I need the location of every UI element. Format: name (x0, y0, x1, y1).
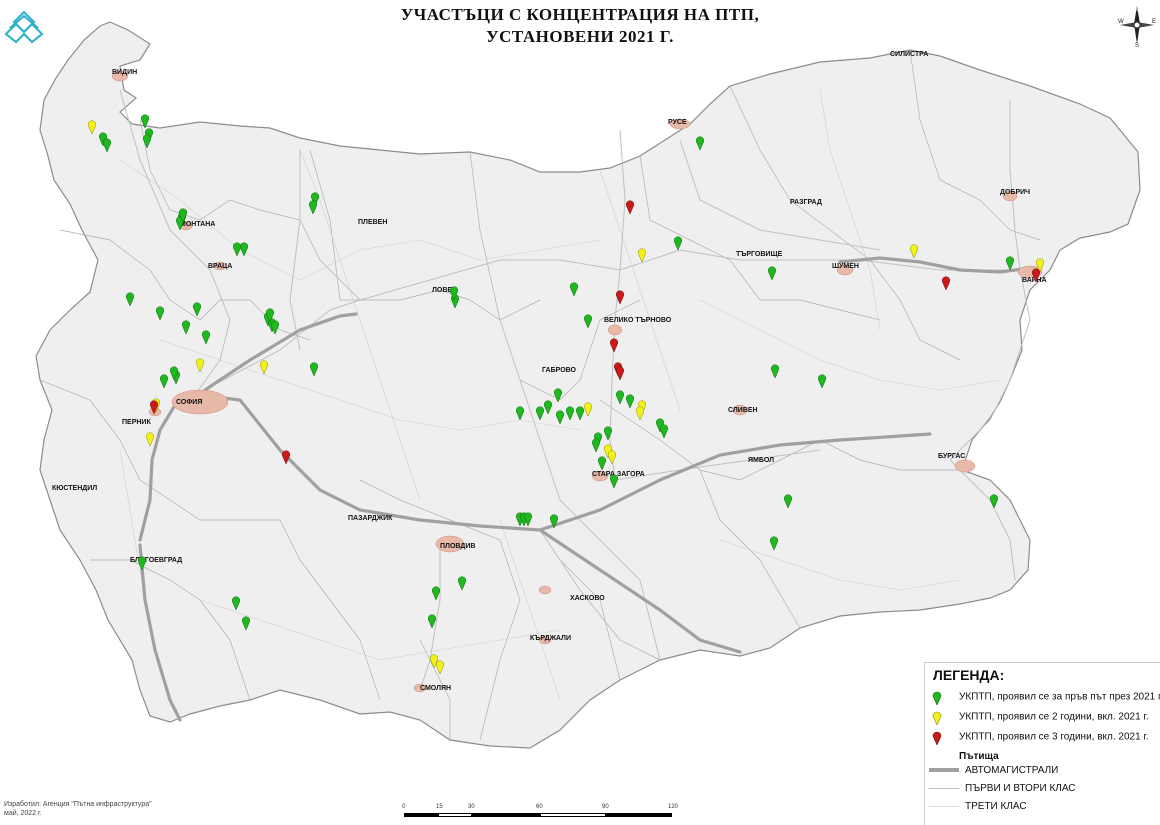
credit-line2: май, 2022 г. (4, 810, 42, 817)
legend-red-label: УКПТП, проявил се 3 години, вкл. 2021 г. (959, 731, 1149, 743)
city-label: ГАБРОВО (542, 367, 577, 374)
city-label: СТАРА ЗАГОРА (592, 471, 645, 478)
city-label: БЛАГОЕВГРАД (130, 557, 182, 564)
city-label: БУРГАС (938, 453, 965, 460)
city-label: СОФИЯ (176, 399, 202, 406)
legend-green-label: УКПТП, проявил се за пръв път през 2021 … (959, 691, 1160, 703)
legend-row-yellow: УКПТП, проявил се 2 години, вкл. 2021 г. (931, 709, 1149, 725)
yellow-marker-icon (932, 711, 942, 725)
city-label: ВЕЛИКО ТЪРНОВО (604, 317, 672, 324)
scale-segment (438, 813, 472, 817)
city-label: ПЛОВДИВ (440, 543, 475, 550)
scale-tick-15: 15 (436, 804, 443, 810)
scale-tick-60: 60 (536, 804, 543, 810)
legend-title: ЛЕГЕНДА: (933, 667, 1005, 683)
city-label: КЪРДЖАЛИ (530, 635, 571, 642)
class12-line-icon (929, 787, 959, 789)
city-label: ВРАЦА (208, 263, 232, 270)
city-label: ПАЗАРДЖИК (348, 515, 393, 522)
legend-roads-title: Пътища (959, 751, 999, 762)
legend-row-motorway: АВТОМАГИСТРАЛИ (929, 765, 1058, 776)
scale-segment (606, 813, 672, 817)
city-label: ХАСКОВО (570, 595, 605, 602)
city-label: МОНТАНА (180, 221, 215, 228)
scale-tick-0: 0 (402, 804, 406, 810)
scale-segment (472, 813, 540, 817)
city-label: СМОЛЯН (420, 685, 451, 692)
scale-segment (404, 813, 438, 817)
city-label: ШУМЕН (832, 263, 859, 270)
city-label: РУСЕ (668, 119, 687, 126)
city-label: ДОБРИЧ (1000, 189, 1030, 196)
city-label: ВИДИН (112, 69, 137, 76)
map-legend: ЛЕГЕНДА: УКПТП, проявил се за пръв път п… (924, 662, 1160, 825)
city-label: КЮСТЕНДИЛ (52, 485, 97, 492)
motorway-line-icon (929, 768, 959, 773)
city-label: ЯМБОЛ (748, 457, 774, 464)
scale-tick-90: 90 (602, 804, 609, 810)
scale-segment (540, 813, 606, 817)
green-marker-icon (932, 691, 942, 705)
credit-line1: Изработил: Агенция "Пътна инфраструктура… (4, 801, 152, 808)
city-label: СЛИВЕН (728, 407, 758, 414)
city-label: РАЗГРАД (790, 199, 822, 206)
city-label: ПЛЕВЕН (358, 219, 387, 226)
legend-class12-label: ПЪРВИ И ВТОРИ КЛАС (965, 783, 1076, 794)
legend-row-red: УКПТП, проявил се 3 години, вкл. 2021 г. (931, 729, 1149, 745)
map-page: УЧАСТЪЦИ С КОНЦЕНТРАЦИЯ НА ПТП, УСТАНОВЕ… (0, 0, 1160, 825)
legend-row-class12: ПЪРВИ И ВТОРИ КЛАС (929, 783, 1076, 794)
legend-yellow-label: УКПТП, проявил се 2 години, вкл. 2021 г. (959, 711, 1149, 723)
map-credit: Изработил: Агенция "Пътна инфраструктура… (4, 800, 152, 818)
legend-motorway-label: АВТОМАГИСТРАЛИ (965, 765, 1059, 776)
red-marker-icon (932, 731, 942, 745)
class3-line-icon (929, 805, 959, 807)
legend-row-class3: ТРЕТИ КЛАС (929, 801, 1027, 812)
city-label: ТЪРГОВИЩЕ (736, 251, 783, 258)
city-label: ПЕРНИК (122, 419, 151, 426)
city-label: СИЛИСТРА (890, 51, 928, 58)
scale-tick-120: 120 (668, 804, 679, 810)
legend-row-green: УКПТП, проявил се за пръв път през 2021 … (931, 689, 1160, 705)
scale-tick-30: 30 (468, 804, 475, 810)
legend-class3-label: ТРЕТИ КЛАС (965, 801, 1027, 812)
scale-bar: 0 15 30 60 90 120 (402, 804, 692, 824)
